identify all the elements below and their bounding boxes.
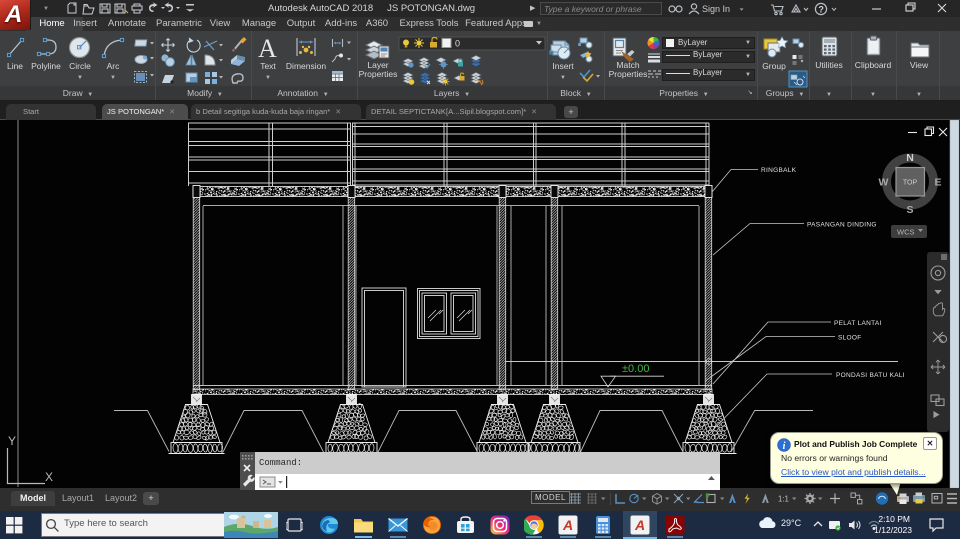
- svg-text:W: W: [879, 177, 889, 189]
- svg-text:1:1: 1:1: [778, 495, 789, 504]
- svg-text:WCS: WCS: [897, 228, 915, 237]
- svg-text:PELAT LANTAI: PELAT LANTAI: [834, 320, 882, 327]
- svg-text:N: N: [906, 152, 914, 164]
- svg-text:0: 0: [455, 39, 460, 49]
- svg-text:TOP: TOP: [903, 180, 918, 187]
- svg-text:PONDASI BATU KALI: PONDASI BATU KALI: [836, 372, 905, 379]
- svg-text:E: E: [934, 177, 941, 189]
- svg-text:A: A: [258, 34, 277, 63]
- svg-text:S: S: [906, 204, 913, 216]
- svg-text:SLOOF: SLOOF: [838, 335, 862, 342]
- svg-text:PASANGAN DINDING: PASANGAN DINDING: [807, 222, 877, 229]
- svg-text:Sign In: Sign In: [702, 4, 730, 14]
- svg-text:?: ?: [818, 4, 824, 14]
- svg-text:A: A: [634, 517, 645, 533]
- svg-text:X: X: [45, 470, 53, 484]
- svg-text:Y: Y: [8, 434, 16, 448]
- svg-text:i: i: [783, 441, 786, 452]
- svg-text:±0.00: ±0.00: [622, 363, 649, 375]
- svg-text:RINGBALK: RINGBALK: [761, 167, 797, 174]
- svg-text:A: A: [562, 517, 573, 533]
